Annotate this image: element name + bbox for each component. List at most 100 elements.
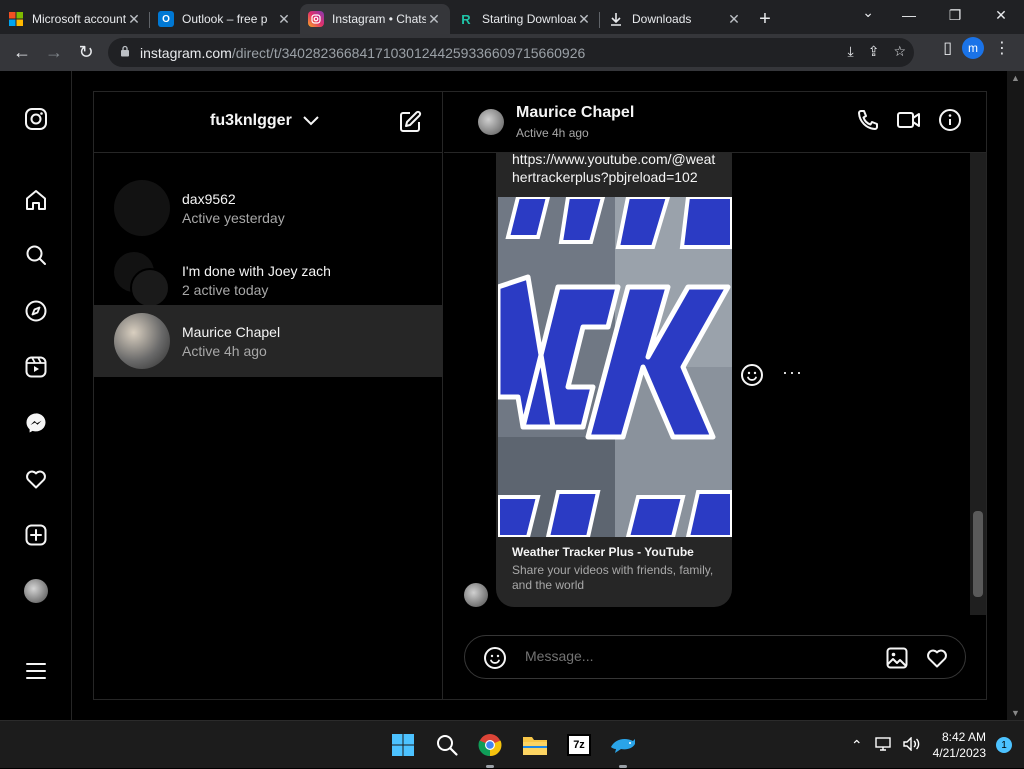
conversation-info-icon[interactable]: [938, 108, 962, 137]
scroll-up-arrow-icon[interactable]: ▲: [1011, 73, 1020, 83]
share-icon[interactable]: ⇪: [868, 43, 880, 60]
link-preview-description: Share your videos with friends, family, …: [512, 563, 714, 592]
sender-avatar[interactable]: [464, 583, 488, 607]
scrollbar-thumb[interactable]: [973, 511, 983, 597]
thread-avatar: [114, 180, 170, 236]
thread-name: Maurice Chapel: [182, 323, 281, 340]
message-link-text[interactable]: https://www.youtube.com/@weathertrackerp…: [496, 153, 732, 186]
close-window-icon[interactable]: ✕: [978, 0, 1024, 30]
tab-downloads[interactable]: Downloads ✕: [600, 4, 750, 34]
forward-icon[interactable]: →: [38, 37, 70, 69]
reload-icon[interactable]: ↻: [70, 37, 102, 69]
video-call-icon[interactable]: [896, 108, 922, 137]
message-more-options-icon[interactable]: ···: [782, 362, 803, 383]
back-icon[interactable]: ←: [6, 37, 38, 69]
close-tab-icon[interactable]: ✕: [126, 11, 142, 28]
address-bar[interactable]: instagram.com/direct/t/34028236684171030…: [108, 38, 914, 67]
install-app-icon[interactable]: ⤓: [848, 43, 854, 60]
tab-label: Outlook – free p: [182, 12, 268, 26]
link-preview-thumbnail[interactable]: [498, 197, 732, 537]
taskbar-search-icon[interactable]: [433, 731, 461, 759]
thread-status: Active 4h ago: [182, 342, 267, 359]
conversation-scrollbar[interactable]: [970, 153, 986, 615]
tab-microsoft-account[interactable]: Microsoft account ✕: [0, 4, 150, 34]
profile-avatar[interactable]: [22, 577, 50, 605]
thread-avatar: [114, 313, 170, 369]
browser-right-controls: ▯ m ⋮: [943, 37, 1024, 59]
clock-time: 8:42 AM: [941, 730, 986, 744]
url-host: instagram.com: [140, 44, 232, 61]
shared-link-message[interactable]: https://www.youtube.com/@weathertrackerp…: [496, 153, 732, 607]
bookmark-star-icon[interactable]: ☆: [893, 43, 906, 60]
contact-name[interactable]: Maurice Chapel: [516, 104, 634, 122]
tab-search-chevron-icon[interactable]: ⌄: [862, 4, 874, 21]
notification-badge[interactable]: 1: [996, 737, 1012, 753]
tab-label: Microsoft account: [32, 12, 126, 26]
reels-icon[interactable]: [22, 353, 50, 381]
omnibox-actions: ⤓ ⇪ ☆: [848, 43, 907, 60]
new-tab-button[interactable]: +: [750, 4, 780, 34]
r-logo-icon: R: [461, 11, 471, 27]
windows-taskbar: 7z ⌃ 8:42 AM 4/21/2023 1: [0, 720, 1024, 768]
create-plus-icon[interactable]: [22, 521, 50, 549]
conversation: Maurice Chapel Active 4h ago https://www…: [444, 92, 986, 699]
phone-call-icon[interactable]: [856, 108, 880, 137]
instagram-logo-icon[interactable]: [22, 105, 50, 133]
scroll-down-arrow-icon[interactable]: ▼: [1011, 708, 1020, 718]
tab-outlook[interactable]: O Outlook – free p ✕: [150, 4, 300, 34]
like-heart-icon[interactable]: [925, 646, 949, 675]
thread-item-selected[interactable]: Maurice Chapel Active 4h ago: [94, 305, 443, 377]
account-username: fu3knlgger: [210, 112, 292, 129]
outlook-logo-icon: O: [158, 11, 174, 27]
network-icon[interactable]: [874, 736, 891, 754]
close-tab-icon[interactable]: ✕: [426, 11, 442, 28]
microsoft-logo-icon: [8, 11, 24, 27]
explore-compass-icon[interactable]: [22, 297, 50, 325]
messenger-icon[interactable]: [22, 409, 50, 437]
dolphin-emulator-icon[interactable]: [609, 731, 637, 759]
react-emoji-icon[interactable]: [740, 363, 764, 392]
thread-item[interactable]: dax9562 Active yesterday: [94, 172, 443, 244]
close-tab-icon[interactable]: ✕: [576, 11, 592, 28]
tab-instagram[interactable]: Instagram • Chats ✕: [300, 4, 450, 34]
contact-avatar[interactable]: [478, 109, 504, 135]
page-scrollbar[interactable]: ▲ ▼: [1007, 71, 1024, 720]
hamburger-menu-icon[interactable]: [22, 657, 50, 685]
profile-avatar[interactable]: m: [962, 37, 984, 59]
restore-icon[interactable]: ❐: [932, 0, 978, 30]
link-preview-title[interactable]: Weather Tracker Plus - YouTube: [512, 545, 694, 559]
instagram-sidebar: [0, 71, 72, 720]
taskbar-clock[interactable]: 8:42 AM 4/21/2023: [933, 729, 986, 761]
tab-starting-download[interactable]: R Starting Download ✕: [450, 4, 600, 34]
7zip-icon[interactable]: 7z: [565, 731, 593, 759]
browser-tab-strip: Microsoft account ✕ O Outlook – free p ✕…: [0, 0, 1024, 34]
file-explorer-icon[interactable]: [521, 731, 549, 759]
clock-date: 4/21/2023: [932, 746, 986, 760]
account-switcher[interactable]: fu3knlgger: [210, 112, 320, 130]
attach-image-icon[interactable]: [885, 646, 909, 675]
download-icon: [608, 11, 624, 27]
message-input[interactable]: [525, 648, 865, 664]
home-icon[interactable]: [22, 186, 50, 214]
new-message-icon[interactable]: [398, 110, 422, 139]
thread-name: dax9562: [182, 190, 236, 207]
group-avatar: [114, 252, 170, 308]
notifications-heart-icon[interactable]: [22, 465, 50, 493]
url-path: /direct/t/340282366841710301244259336609…: [231, 44, 586, 61]
emoji-picker-icon[interactable]: [483, 646, 507, 675]
instagram-page: fu3knlgger dax9562 Active yesterday I'm …: [0, 71, 1024, 720]
more-menu-icon[interactable]: ⋮: [994, 38, 1010, 58]
volume-icon[interactable]: [902, 735, 921, 754]
thread-name: I'm done with Joey zach: [182, 262, 331, 279]
chrome-icon[interactable]: [476, 731, 504, 759]
close-tab-icon[interactable]: ✕: [726, 11, 742, 28]
contact-status: Active 4h ago: [516, 126, 589, 140]
tab-label: Starting Download: [482, 12, 576, 26]
show-hidden-icons-chevron[interactable]: ⌃: [851, 737, 863, 754]
close-tab-icon[interactable]: ✕: [276, 11, 292, 28]
lock-icon[interactable]: [120, 45, 130, 60]
minimize-icon[interactable]: —: [886, 0, 932, 30]
windows-start-icon[interactable]: [389, 731, 417, 759]
side-panel-icon[interactable]: ▯: [943, 38, 952, 58]
search-icon[interactable]: [22, 241, 50, 269]
